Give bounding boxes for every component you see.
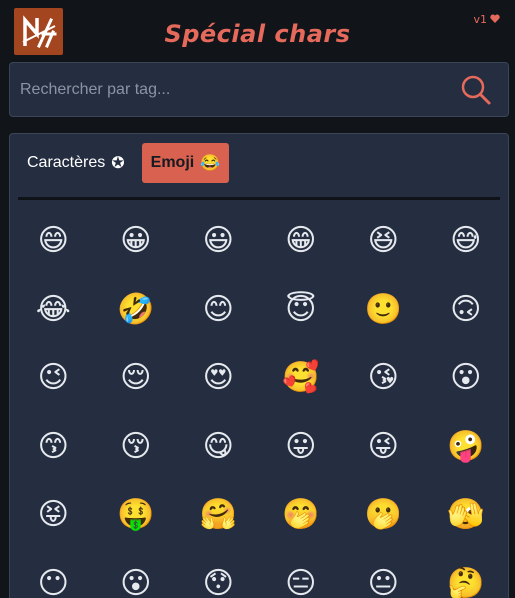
emoji-glyph: 😃 xyxy=(202,223,234,259)
emoji-glyph: 😊 xyxy=(202,291,234,327)
emoji-cell[interactable]: 😜 xyxy=(342,413,425,482)
emoji-glyph: 😝 xyxy=(37,497,69,533)
tab-caracteres-label: Caractères xyxy=(27,154,106,171)
emoji-cell[interactable]: 🤭 xyxy=(260,481,343,550)
search-input[interactable] xyxy=(20,73,440,107)
emoji-glyph: 🫢 xyxy=(364,497,402,533)
emoji-glyph: 😇 xyxy=(285,291,317,327)
emoji-cell[interactable]: 🫣 xyxy=(425,481,508,550)
emoji-glyph: 🙃 xyxy=(450,291,482,327)
laughing-emoji-icon: 😂 xyxy=(200,155,221,172)
emoji-cell[interactable]: 😑 xyxy=(260,550,343,598)
version-label: v1 xyxy=(473,13,500,26)
emoji-glyph: 🤪 xyxy=(447,428,485,464)
emoji-glyph: 🫣 xyxy=(447,497,485,533)
emoji-glyph: 😂 xyxy=(35,291,71,327)
search-bar xyxy=(9,62,509,117)
emoji-cell[interactable]: 😂 xyxy=(12,276,95,345)
emoji-glyph: 😌 xyxy=(120,360,152,396)
emoji-cell[interactable]: 😆 xyxy=(342,207,425,276)
emoji-glyph: 😜 xyxy=(367,428,399,464)
emoji-cell[interactable]: 🫢 xyxy=(342,481,425,550)
divider xyxy=(18,197,500,200)
emoji-cell[interactable]: 😄 xyxy=(12,207,95,276)
tab-emoji-label: Emoji xyxy=(150,154,195,171)
tab-emoji[interactable]: Emoji 😂 xyxy=(141,143,230,183)
emoji-cell[interactable]: 😊 xyxy=(177,276,260,345)
search-icon[interactable] xyxy=(458,72,494,108)
emoji-glyph: 😉 xyxy=(37,360,69,396)
emoji-glyph: 😋 xyxy=(202,428,234,464)
emoji-glyph: 😮 xyxy=(120,565,152,598)
emoji-glyph: 🤔 xyxy=(447,565,485,598)
emoji-cell[interactable]: 😮 xyxy=(425,344,508,413)
emoji-cell[interactable]: 😌 xyxy=(95,344,178,413)
emoji-cell[interactable]: 😋 xyxy=(177,413,260,482)
emoji-glyph: 😘 xyxy=(367,360,399,396)
app-header: Spécial chars v1 xyxy=(0,0,515,62)
app-title: Spécial chars xyxy=(164,20,351,48)
emoji-cell[interactable]: 😘 xyxy=(342,344,425,413)
emoji-glyph: 😅 xyxy=(450,223,482,259)
emoji-glyph: 😐 xyxy=(367,565,399,598)
heart-icon xyxy=(490,13,500,26)
emoji-glyph: 🤣 xyxy=(117,291,155,327)
emoji-cell[interactable]: 😃 xyxy=(177,207,260,276)
emoji-glyph: 😄 xyxy=(37,223,69,259)
emoji-glyph: 😶 xyxy=(37,565,69,598)
emoji-cell[interactable]: 😉 xyxy=(12,344,95,413)
emoji-glyph: 😍 xyxy=(202,360,234,396)
emoji-cell[interactable]: 🙃 xyxy=(425,276,508,345)
emoji-cell[interactable]: 😍 xyxy=(177,344,260,413)
emoji-cell[interactable]: 😶 xyxy=(12,550,95,598)
emoji-glyph: 😛 xyxy=(285,428,317,464)
star-icon: ✪ xyxy=(111,155,125,172)
emoji-cell[interactable]: 🤑 xyxy=(95,481,178,550)
emoji-cell[interactable]: 🤪 xyxy=(425,413,508,482)
emoji-glyph: 😯 xyxy=(202,565,234,598)
emoji-cell[interactable]: 🤗 xyxy=(177,481,260,550)
emoji-glyph: 😀 xyxy=(120,223,152,259)
emoji-cell[interactable]: 😐 xyxy=(342,550,425,598)
version-text: v1 xyxy=(473,13,487,26)
emoji-cell[interactable]: 😛 xyxy=(260,413,343,482)
emoji-glyph: 🤗 xyxy=(199,497,237,533)
emoji-cell[interactable]: 😀 xyxy=(95,207,178,276)
tab-bar: Caractères ✪ Emoji 😂 xyxy=(18,143,230,183)
emoji-glyph: 🤑 xyxy=(117,497,155,533)
emoji-cell[interactable]: 😅 xyxy=(425,207,508,276)
emoji-cell[interactable]: 😙 xyxy=(12,413,95,482)
emoji-cell[interactable]: 🥰 xyxy=(260,344,343,413)
emoji-glyph: 🙂 xyxy=(364,291,402,327)
emoji-cell[interactable]: 🤣 xyxy=(95,276,178,345)
emoji-glyph: 😑 xyxy=(285,565,317,598)
emoji-glyph: 😁 xyxy=(285,223,317,259)
emoji-cell[interactable]: 😮 xyxy=(95,550,178,598)
emoji-cell[interactable]: 😯 xyxy=(177,550,260,598)
emoji-glyph: 😆 xyxy=(367,223,399,259)
emoji-glyph: 🥰 xyxy=(282,360,320,396)
emoji-cell[interactable]: 🤔 xyxy=(425,550,508,598)
emoji-cell[interactable]: 😚 xyxy=(95,413,178,482)
chars-panel: Caractères ✪ Emoji 😂 😄 😀 😃 😁 😆 😅 😂 🤣 😊 😇 🙂 🙃 😉 😌 😍 🥰 😘 😮 😙… xyxy=(9,133,509,598)
emoji-glyph: 😮 xyxy=(450,360,482,396)
emoji-cell[interactable]: 🙂 xyxy=(342,276,425,345)
emoji-cell[interactable]: 😁 xyxy=(260,207,343,276)
emoji-glyph: 😙 xyxy=(37,428,69,464)
emoji-grid: 😄 😀 😃 😁 😆 😅 😂 🤣 😊 😇 🙂 🙃 😉 😌 😍 🥰 😘 😮 😙 😚 😋 😛 😜 🤪 😝 🤑 🤗 🤭 🫢 🫣 😶 😮 😯 😑 😐 🤔 xyxy=(10,207,508,598)
emoji-glyph: 😚 xyxy=(120,428,152,464)
tab-caracteres[interactable]: Caractères ✪ xyxy=(18,143,134,183)
emoji-glyph: 🤭 xyxy=(282,497,320,533)
emoji-cell[interactable]: 😝 xyxy=(12,481,95,550)
emoji-cell[interactable]: 😇 xyxy=(260,276,343,345)
